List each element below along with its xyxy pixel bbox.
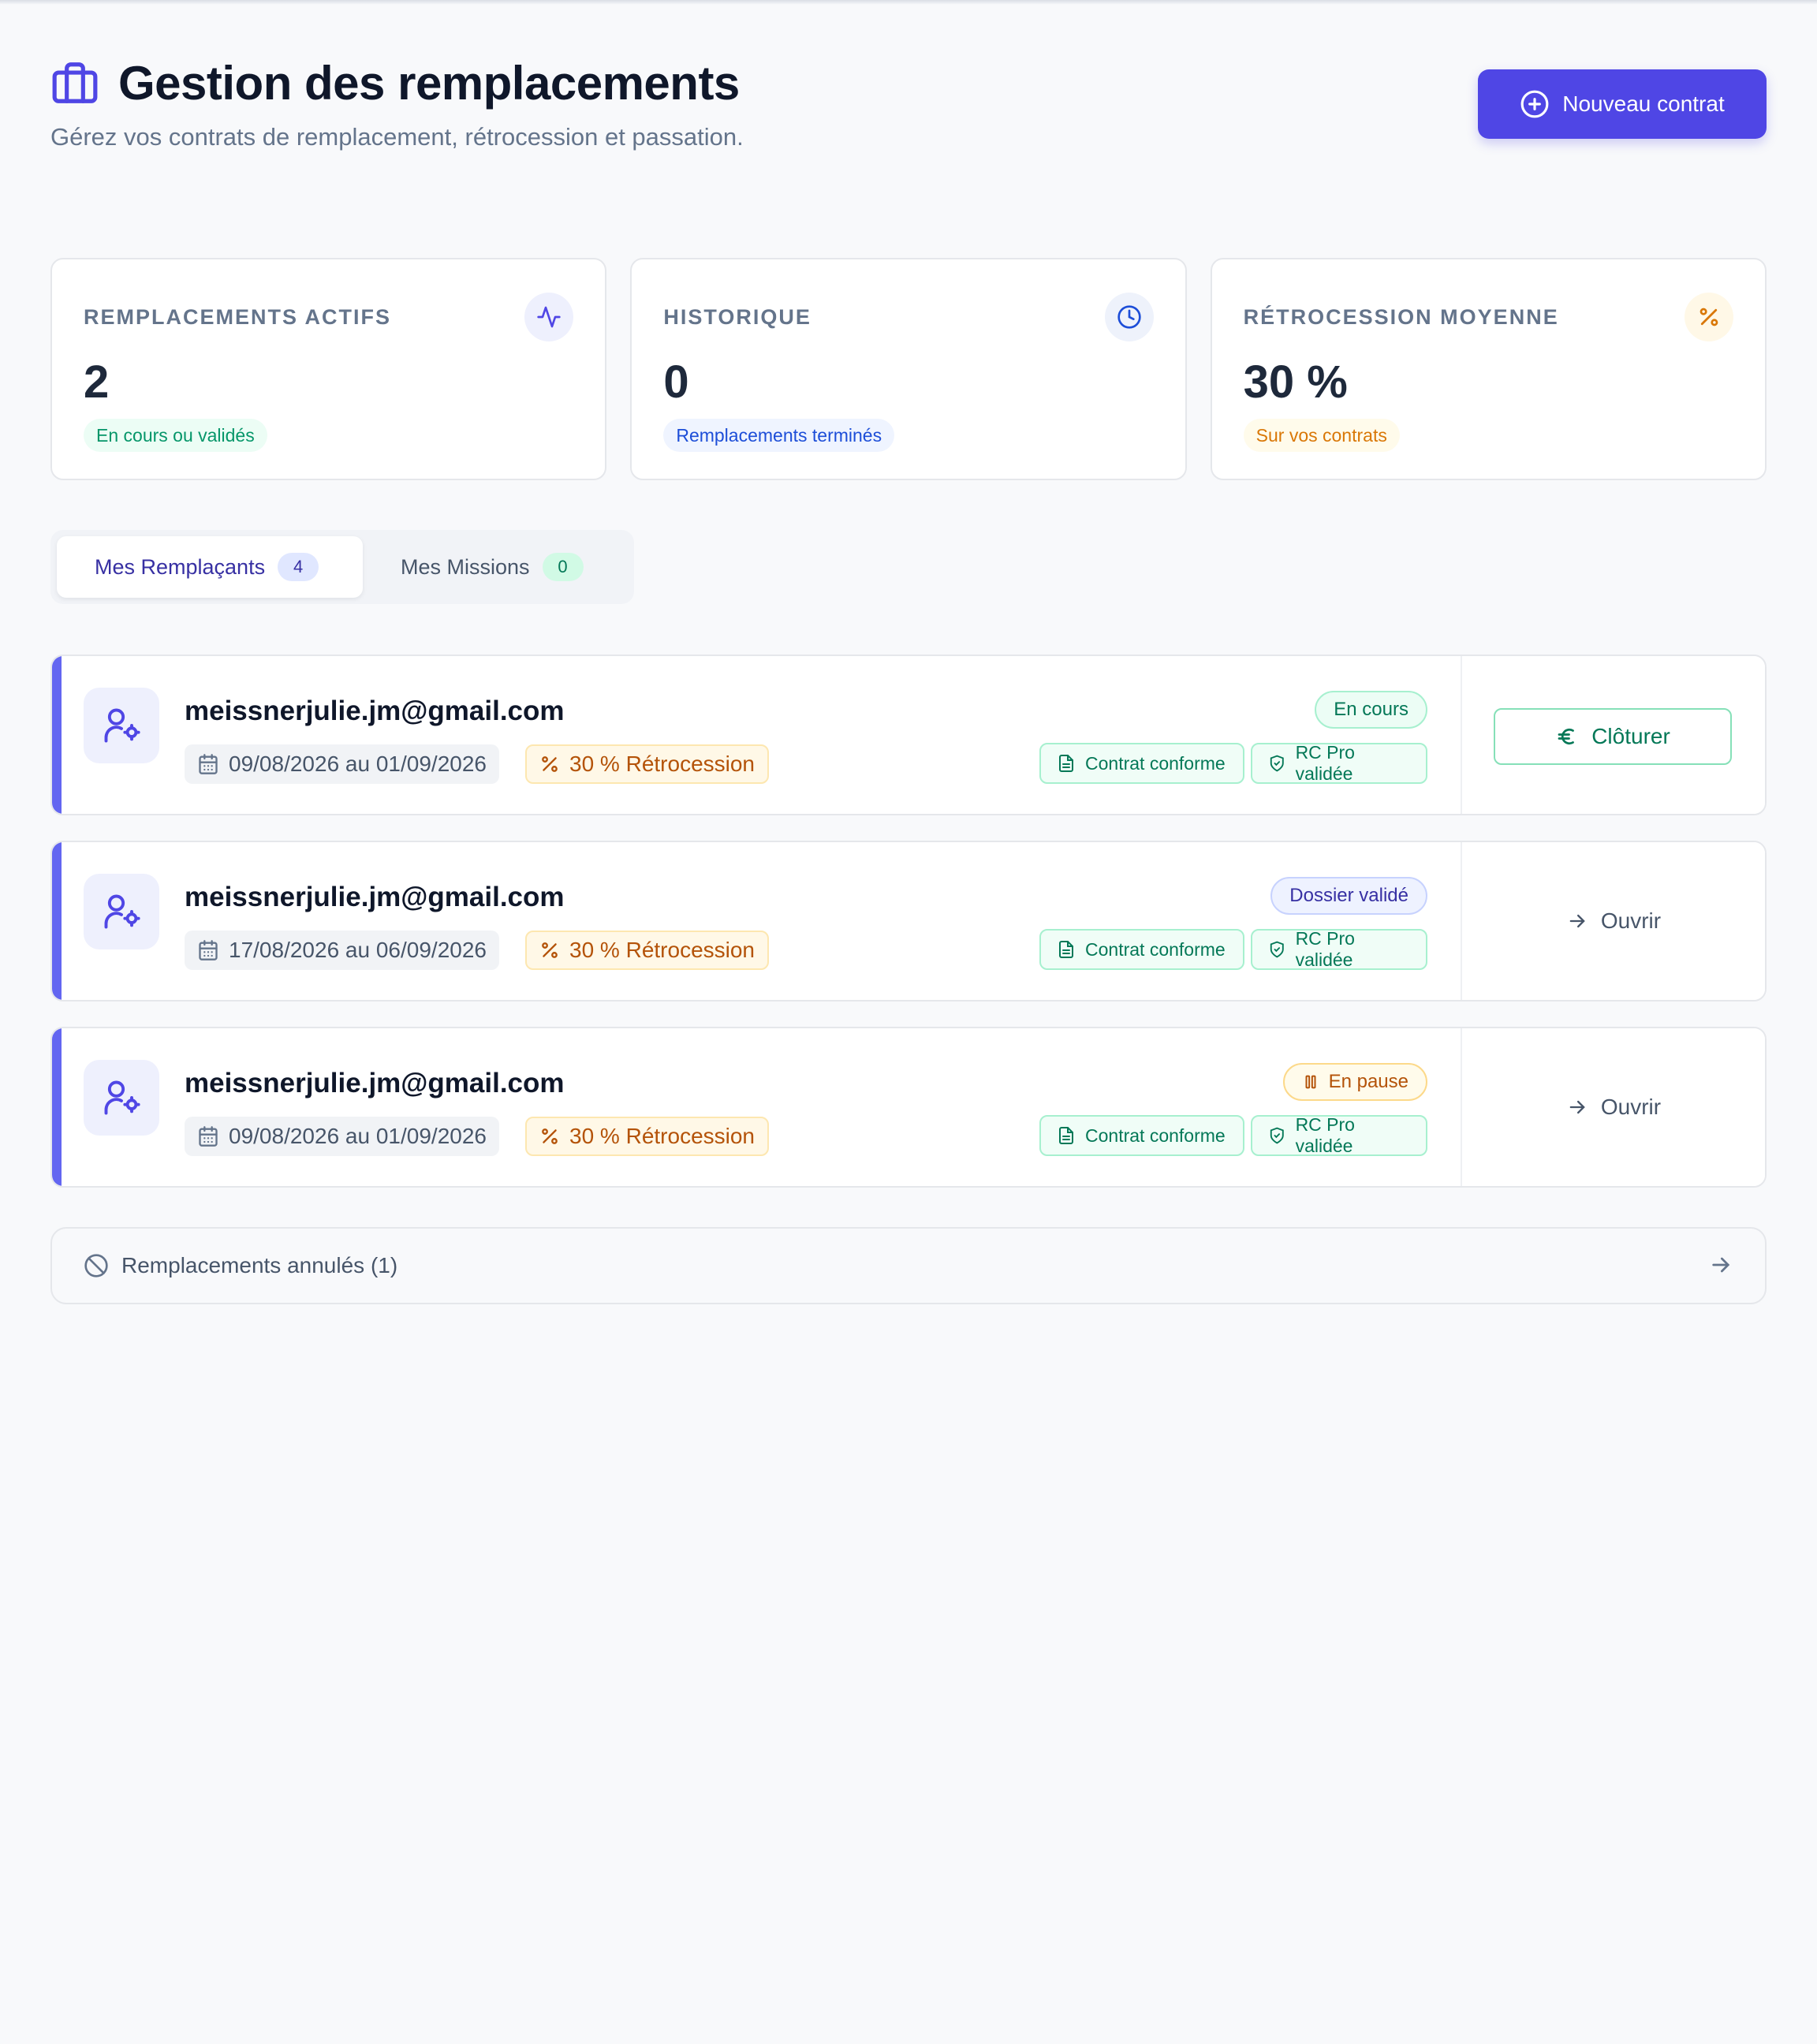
date-range-label: 09/08/2026 au 01/09/2026 [229, 752, 487, 776]
new-contract-label: Nouveau contrat [1562, 91, 1725, 116]
replacement-card[interactable]: meissnerjulie.jm@gmail.com 17/08/2026 au… [50, 841, 1767, 1001]
rc-pro-badge: RC Pro validée [1251, 928, 1427, 970]
stat-label: REMPLACEMENTS ACTIFS [84, 305, 391, 329]
retrocession-chip: 30 % Rétrocession [525, 931, 770, 970]
stats-row: REMPLACEMENTS ACTIFS 2 En cours ou valid… [50, 258, 1767, 480]
user-cog-icon [84, 1060, 159, 1136]
rc-pro-badge: RC Pro validée [1251, 742, 1427, 784]
card-email: meissnerjulie.jm@gmail.com [185, 696, 565, 726]
contract-label: Contrat conforme [1085, 938, 1226, 960]
tabs: Mes Remplaçants 4 Mes Missions 0 [50, 530, 634, 604]
rc-pro-badge: RC Pro validée [1251, 1114, 1427, 1156]
clock-icon [1104, 293, 1154, 341]
contract-compliant-badge: Contrat conforme [1039, 1115, 1244, 1156]
page-header: Gestion des remplacements Gérez vos cont… [50, 55, 1767, 166]
card-action-area: Ouvrir [1461, 1028, 1765, 1186]
percent-icon [1684, 293, 1733, 341]
card-email: meissnerjulie.jm@gmail.com [185, 882, 565, 912]
stat-badge: En cours ou validés [84, 419, 267, 452]
arrow-right-icon [1569, 914, 1585, 928]
calendar-icon [199, 754, 218, 774]
user-cog-icon [84, 874, 159, 949]
pause-icon [1305, 1075, 1316, 1089]
percent-icon [542, 942, 558, 958]
retrocession-chip: 30 % Rétrocession [525, 744, 770, 784]
stat-value: 0 [663, 356, 689, 408]
contract-compliant-badge: Contrat conforme [1039, 743, 1244, 784]
euro-icon [1558, 728, 1575, 745]
rc-pro-label: RC Pro validée [1295, 928, 1355, 970]
tab-mes-missions[interactable]: Mes Missions 0 [363, 536, 621, 598]
card-action-area: Clôturer [1461, 656, 1765, 814]
status-badge: En cours [1315, 691, 1427, 729]
stat-badge: Sur vos contrats [1243, 419, 1400, 452]
rc-pro-label: RC Pro validée [1295, 742, 1355, 784]
tab-count: 0 [542, 553, 584, 581]
stat-value: 30 % [1243, 356, 1348, 408]
replacement-card[interactable]: meissnerjulie.jm@gmail.com 09/08/2026 au… [50, 1027, 1767, 1188]
card-accent [52, 1028, 62, 1186]
contract-label: Contrat conforme [1085, 752, 1226, 774]
stat-card-active: REMPLACEMENTS ACTIFS 2 En cours ou valid… [50, 258, 607, 480]
activity-icon [524, 293, 574, 341]
shield-check-icon [1270, 755, 1284, 772]
retrocession-label: 30 % Rétrocession [569, 1124, 756, 1148]
file-text-icon [1059, 755, 1073, 772]
open-label: Ouvrir [1600, 1095, 1662, 1119]
new-contract-button[interactable]: Nouveau contrat [1478, 69, 1767, 139]
close-contract-button[interactable]: Clôturer [1494, 708, 1732, 765]
tab-label: Mes Remplaçants [95, 554, 266, 579]
cancelled-replacements-toggle[interactable]: Remplacements annulés (1) [50, 1227, 1767, 1304]
tab-count: 4 [278, 553, 319, 581]
open-button[interactable]: Ouvrir [1462, 842, 1765, 1000]
open-button[interactable]: Ouvrir [1462, 1028, 1765, 1186]
date-range-label: 17/08/2026 au 06/09/2026 [229, 938, 487, 962]
tab-mes-remplacants[interactable]: Mes Remplaçants 4 [57, 536, 363, 598]
plus-circle-icon [1520, 90, 1549, 118]
retrocession-label: 30 % Rétrocession [569, 938, 756, 962]
percent-icon [542, 756, 558, 772]
tab-label: Mes Missions [401, 554, 530, 579]
page-title: Gestion des remplacements [118, 56, 740, 110]
card-action-area: Ouvrir [1461, 842, 1765, 1000]
calendar-icon [199, 940, 218, 960]
briefcase-icon [52, 62, 98, 103]
ban-icon [84, 1254, 108, 1278]
rc-pro-label: RC Pro validée [1295, 1114, 1355, 1156]
status-badge: En pause [1282, 1063, 1427, 1101]
contract-compliant-badge: Contrat conforme [1039, 929, 1244, 970]
date-range: 09/08/2026 au 01/09/2026 [185, 1117, 499, 1156]
cancelled-label: Remplacements annulés (1) [121, 1253, 398, 1278]
status-label: En pause [1328, 1071, 1408, 1092]
status-badge: Dossier validé [1270, 877, 1427, 915]
date-range-label: 09/08/2026 au 01/09/2026 [229, 1124, 487, 1148]
stat-label: RÉTROCESSION MOYENNE [1243, 305, 1559, 329]
arrow-right-icon [1569, 1100, 1585, 1114]
shield-check-icon [1270, 1127, 1284, 1144]
user-cog-icon [84, 688, 159, 763]
replacement-card[interactable]: meissnerjulie.jm@gmail.com 09/08/2026 au… [50, 655, 1767, 815]
stat-badge: Remplacements terminés [663, 419, 895, 452]
percent-icon [542, 1128, 558, 1144]
close-contract-label: Clôturer [1591, 724, 1670, 748]
card-email: meissnerjulie.jm@gmail.com [185, 1068, 565, 1098]
file-text-icon [1059, 1127, 1073, 1144]
stat-value: 2 [84, 356, 110, 408]
stat-label: HISTORIQUE [663, 305, 811, 329]
stat-card-history: HISTORIQUE 0 Remplacements terminés [630, 258, 1187, 480]
contract-label: Contrat conforme [1085, 1125, 1226, 1146]
file-text-icon [1059, 941, 1073, 958]
shield-check-icon [1270, 941, 1284, 958]
open-label: Ouvrir [1600, 908, 1662, 933]
arrow-right-icon [1712, 1257, 1730, 1273]
calendar-icon [199, 1126, 218, 1147]
card-accent [52, 656, 62, 814]
stat-card-retrocession: RÉTROCESSION MOYENNE 30 % Sur vos contra… [1210, 258, 1767, 480]
retrocession-label: 30 % Rétrocession [569, 752, 756, 776]
page-subtitle: Gérez vos contrats de remplacement, rétr… [50, 123, 744, 151]
date-range: 09/08/2026 au 01/09/2026 [185, 744, 499, 784]
retrocession-chip: 30 % Rétrocession [525, 1117, 770, 1156]
card-accent [52, 842, 62, 1000]
date-range: 17/08/2026 au 06/09/2026 [185, 931, 499, 970]
